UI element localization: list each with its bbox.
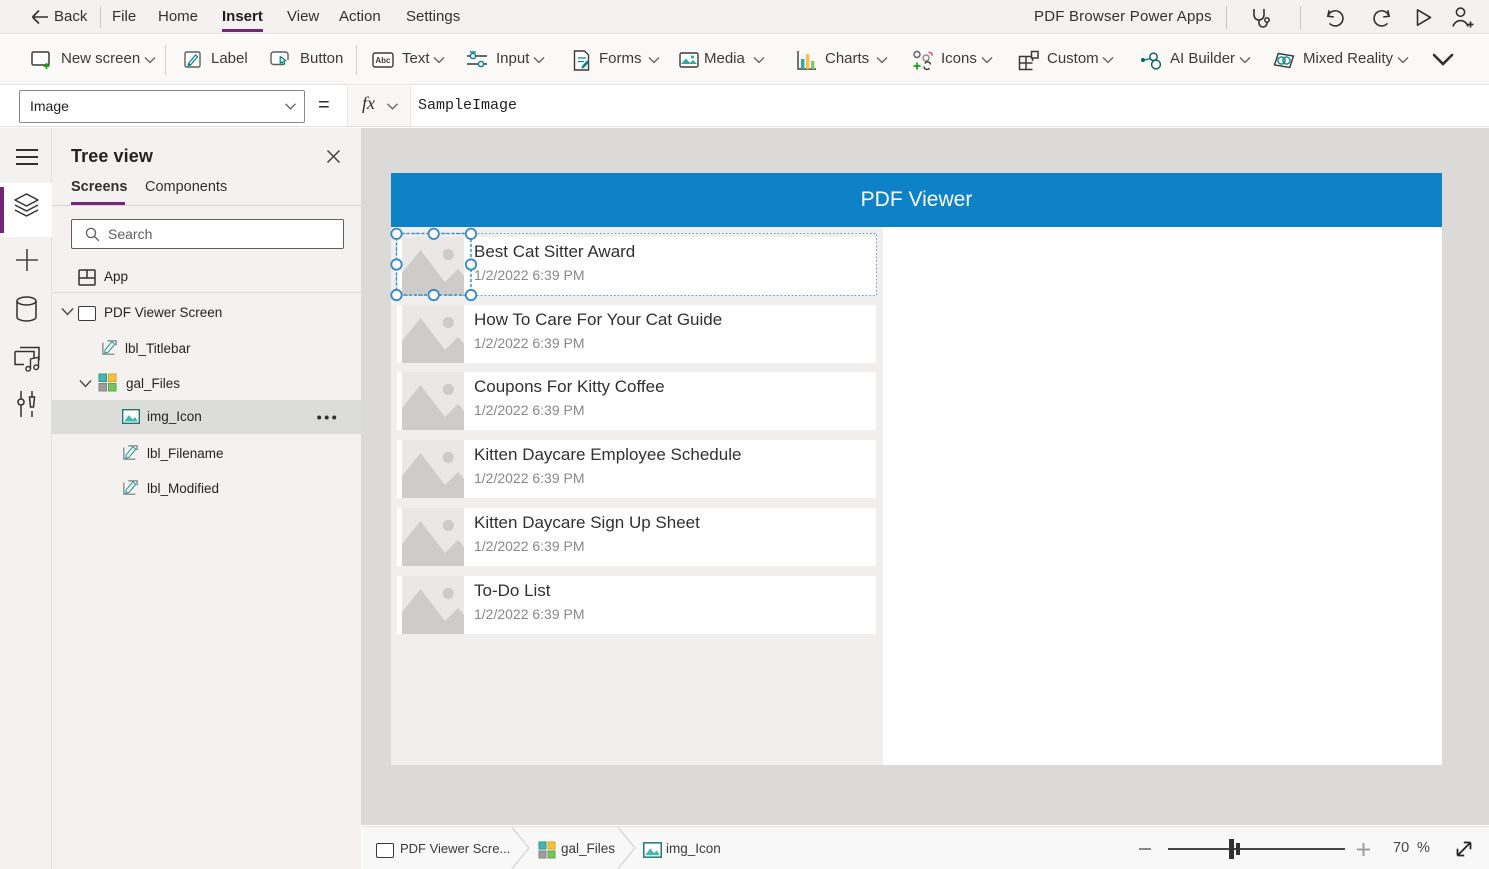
svg-text:Abc: Abc	[375, 56, 391, 65]
